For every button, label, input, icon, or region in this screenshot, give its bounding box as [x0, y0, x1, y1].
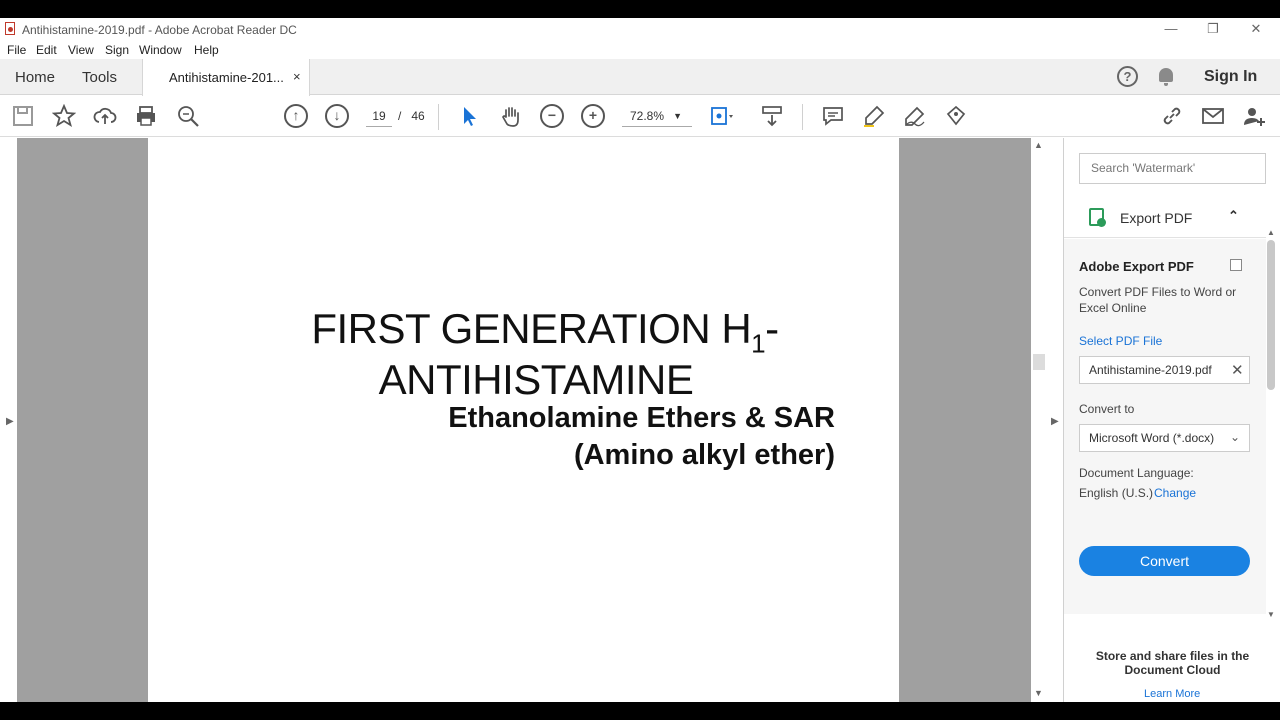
scroll-down-icon[interactable]: ▼: [1267, 610, 1275, 619]
highlight-icon[interactable]: [862, 104, 886, 128]
menu-window[interactable]: Window: [139, 43, 182, 57]
toolbar-divider: [438, 104, 439, 130]
zoom-out-icon[interactable]: −: [540, 104, 564, 128]
add-user-icon[interactable]: [1242, 104, 1266, 128]
window-title: Antihistamine-2019.pdf - Adobe Acrobat R…: [22, 23, 297, 37]
right-pane-scrollbar[interactable]: ▲ ▼: [1266, 228, 1276, 619]
pdf-file-icon: [5, 22, 15, 35]
hand-tool-icon[interactable]: [499, 104, 523, 128]
menu-sign[interactable]: Sign: [105, 43, 129, 57]
right-pane-scroll-thumb[interactable]: [1267, 240, 1275, 390]
export-pdf-body: Adobe Export PDF Convert PDF Files to Wo…: [1064, 239, 1266, 614]
subheading-line-2: (Amino alkyl ether): [573, 439, 835, 471]
upload-cloud-icon[interactable]: [93, 104, 117, 128]
minimize-button[interactable]: —: [1156, 20, 1186, 38]
tab-tools[interactable]: Tools: [82, 69, 117, 86]
convert-to-value: Microsoft Word (*.docx): [1089, 431, 1215, 445]
tab-document[interactable]: Antihistamine-201... ×: [142, 59, 310, 96]
share-link-icon[interactable]: [1160, 104, 1184, 128]
slide-subheading: Ethanolamine Ethers & SAR (Amino alkyl e…: [148, 400, 835, 474]
comment-icon[interactable]: [821, 104, 845, 128]
change-language-link[interactable]: Change: [1154, 486, 1196, 500]
restore-button[interactable]: ❐: [1198, 20, 1228, 38]
document-cloud-promo: Store and share files in the Document Cl…: [1095, 649, 1250, 677]
scroll-up-icon[interactable]: ▲: [1034, 140, 1043, 150]
zoom-value: 72.8%: [630, 109, 665, 123]
right-tools-pane: Search 'Watermark' Export PDF ⌃ Adobe Ex…: [1064, 138, 1280, 702]
next-page-icon[interactable]: ↓: [325, 104, 349, 128]
adobe-export-description: Convert PDF Files to Word or Excel Onlin…: [1079, 285, 1237, 315]
sign-in-button[interactable]: Sign In: [1204, 68, 1257, 86]
selected-file-name: Antihistamine-2019.pdf: [1089, 363, 1212, 377]
help-icon[interactable]: ?: [1117, 66, 1138, 87]
document-tab-label: Antihistamine-201...: [169, 70, 284, 85]
search-zoom-icon[interactable]: [176, 104, 200, 128]
left-panel-strip: ▶: [0, 138, 17, 702]
page-number-input[interactable]: 19: [366, 105, 392, 127]
document-scrollbar[interactable]: ▲ ▼: [1031, 138, 1047, 702]
notification-bell-icon[interactable]: [1159, 68, 1173, 86]
page-separator: /: [398, 109, 402, 123]
select-pdf-file-link[interactable]: Select PDF File: [1079, 334, 1162, 348]
acrobat-window: Antihistamine-2019.pdf - Adobe Acrobat R…: [0, 18, 1280, 702]
export-pdf-icon: [1089, 208, 1106, 227]
convert-to-label: Convert to: [1079, 402, 1135, 416]
collapse-right-pane-icon[interactable]: ▶: [1051, 416, 1059, 427]
tab-row: Home Tools Antihistamine-201... × ? Sign…: [0, 59, 1280, 96]
adobe-export-title: Adobe Export PDF: [1079, 259, 1194, 274]
chevron-down-icon: ⌄: [1230, 430, 1241, 444]
menu-help[interactable]: Help: [194, 43, 219, 57]
zoom-in-icon[interactable]: +: [581, 104, 605, 128]
scrollbar-thumb[interactable]: [1033, 354, 1045, 370]
heading-hyphen: -: [765, 305, 779, 352]
chevron-down-icon: ▼: [673, 111, 682, 121]
document-language-value: English (U.S.): [1079, 486, 1154, 500]
document-viewport[interactable]: FIRST GENERATION H1- ANTIHISTAMINE Ethan…: [17, 138, 1031, 702]
previous-page-icon[interactable]: ↑: [284, 104, 308, 128]
scroll-down-icon[interactable]: ▼: [1034, 688, 1043, 698]
print-icon[interactable]: [134, 104, 158, 128]
convert-button[interactable]: Convert: [1079, 546, 1250, 576]
export-pdf-title: Export PDF: [1120, 210, 1193, 226]
page-total: / 46: [398, 109, 425, 123]
selected-file-field[interactable]: Antihistamine-2019.pdf ✕: [1079, 356, 1250, 384]
copy-icon[interactable]: [1230, 259, 1242, 271]
toolbar: ↑ ↓ 19 / 46 − + 72.8% ▼: [0, 96, 1280, 137]
remove-file-icon[interactable]: ✕: [1231, 361, 1244, 379]
total-pages: 46: [411, 109, 425, 123]
title-bar: Antihistamine-2019.pdf - Adobe Acrobat R…: [0, 18, 1280, 40]
select-arrow-icon[interactable]: [458, 104, 482, 128]
document-language-label: Document Language:: [1079, 466, 1194, 480]
heading-line-2: ANTIHISTAMINE: [378, 356, 694, 403]
subheading-line-1: Ethanolamine Ethers & SAR: [448, 402, 835, 434]
tools-search-input[interactable]: Search 'Watermark': [1079, 153, 1266, 184]
email-icon[interactable]: [1201, 104, 1225, 128]
expand-left-panel-icon[interactable]: ▶: [6, 416, 14, 427]
scroll-mode-icon[interactable]: [760, 104, 784, 128]
menu-edit[interactable]: Edit: [36, 43, 57, 57]
toolbar-divider: [802, 104, 803, 130]
close-window-button[interactable]: ✕: [1241, 20, 1271, 38]
heading-line-1: FIRST GENERATION H: [311, 305, 752, 352]
right-pane-toggle-strip: ▶: [1047, 138, 1064, 702]
zoom-dropdown[interactable]: 72.8% ▼: [622, 105, 692, 127]
pdf-page: FIRST GENERATION H1- ANTIHISTAMINE Ethan…: [148, 138, 899, 702]
menu-view[interactable]: View: [68, 43, 94, 57]
menu-bar: File Edit View Sign Window Help: [0, 40, 1280, 59]
sign-icon[interactable]: [903, 104, 927, 128]
close-tab-icon[interactable]: ×: [293, 69, 301, 84]
menu-file[interactable]: File: [7, 43, 26, 57]
learn-more-link[interactable]: Learn More: [1144, 688, 1200, 700]
fit-page-icon[interactable]: [709, 104, 733, 128]
tab-home[interactable]: Home: [15, 69, 55, 86]
export-pdf-header[interactable]: Export PDF ⌃: [1064, 198, 1266, 238]
bookmark-star-icon[interactable]: [52, 104, 76, 128]
convert-to-select[interactable]: Microsoft Word (*.docx) ⌄: [1079, 424, 1250, 452]
chevron-up-icon[interactable]: ⌃: [1228, 208, 1239, 224]
scroll-up-icon[interactable]: ▲: [1267, 228, 1275, 237]
stamp-icon[interactable]: [944, 104, 968, 128]
save-icon[interactable]: [11, 104, 35, 128]
